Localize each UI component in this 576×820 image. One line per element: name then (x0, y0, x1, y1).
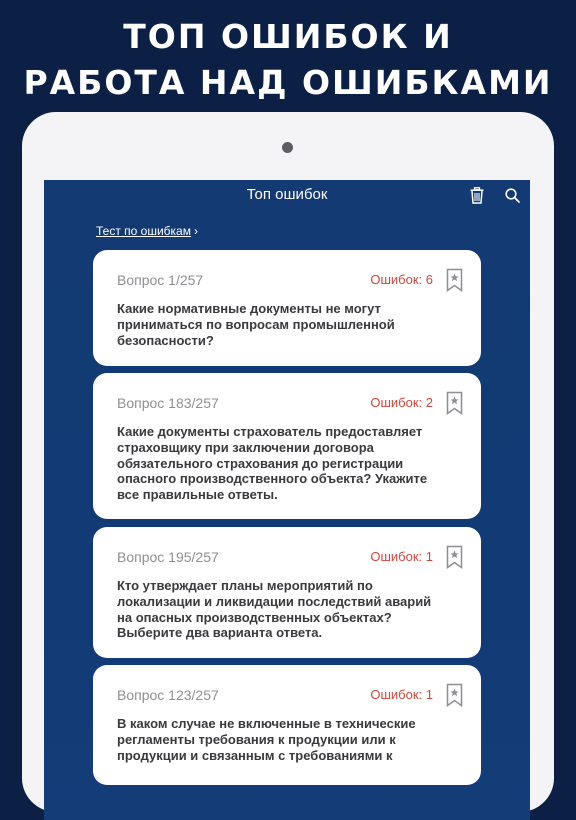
question-number: Вопрос 1/257 (117, 272, 204, 288)
question-text: Какие документы страхователь предоставля… (117, 424, 428, 503)
tablet-camera (282, 142, 293, 153)
question-text: Какие нормативные документы не могут при… (117, 301, 395, 348)
question-card[interactable]: Вопрос 195/257 Ошибок: 1 Кто утверждает … (93, 527, 481, 658)
question-text: Кто утверждает планы мероприятий по лока… (117, 578, 432, 641)
page-title: Топ ошибок (246, 186, 328, 203)
question-number: Вопрос 123/257 (117, 687, 219, 703)
bookmark-star-icon[interactable] (446, 683, 463, 707)
bookmark-star-icon[interactable] (446, 391, 463, 415)
question-number: Вопрос 183/257 (117, 395, 219, 411)
error-count: Ошибок: 1 (370, 549, 433, 564)
test-by-mistakes-link[interactable]: Тест по ошибкам › (96, 224, 198, 238)
bookmark-star-icon[interactable] (446, 545, 463, 569)
promo-headline: ТОП ОШИБОК И РАБОТА НАД ОШИБКАМИ (0, 14, 576, 106)
promo-line-1: ТОП ОШИБОК И (123, 17, 453, 56)
question-text: В каком случае не включенные в техническ… (117, 716, 416, 763)
trash-icon[interactable] (470, 187, 484, 204)
navbar: Топ ошибок (44, 180, 530, 212)
question-number: Вопрос 195/257 (117, 549, 219, 565)
error-count: Ошибок: 2 (370, 395, 433, 410)
error-count: Ошибок: 6 (370, 272, 433, 287)
bookmark-star-icon[interactable] (446, 268, 463, 292)
question-card[interactable]: Вопрос 183/257 Ошибок: 2 Какие документы… (93, 373, 481, 519)
app-screen: Топ ошибок Тест по ошибкам › Вопрос 1/257… (44, 180, 530, 820)
question-card[interactable]: Вопрос 123/257 Ошибок: 1 В каком случае … (93, 665, 481, 785)
test-link-label: Тест по ошибкам (96, 224, 191, 238)
question-card[interactable]: Вопрос 1/257 Ошибок: 6 Какие нормативные… (93, 250, 481, 366)
chevron-right-icon: › (193, 224, 198, 238)
search-icon[interactable] (505, 188, 520, 203)
promo-line-2: РАБОТА НАД ОШИБКАМИ (23, 63, 553, 102)
error-count: Ошибок: 1 (370, 687, 433, 702)
tablet-frame: Топ ошибок Тест по ошибкам › Вопрос 1/257… (22, 112, 554, 820)
